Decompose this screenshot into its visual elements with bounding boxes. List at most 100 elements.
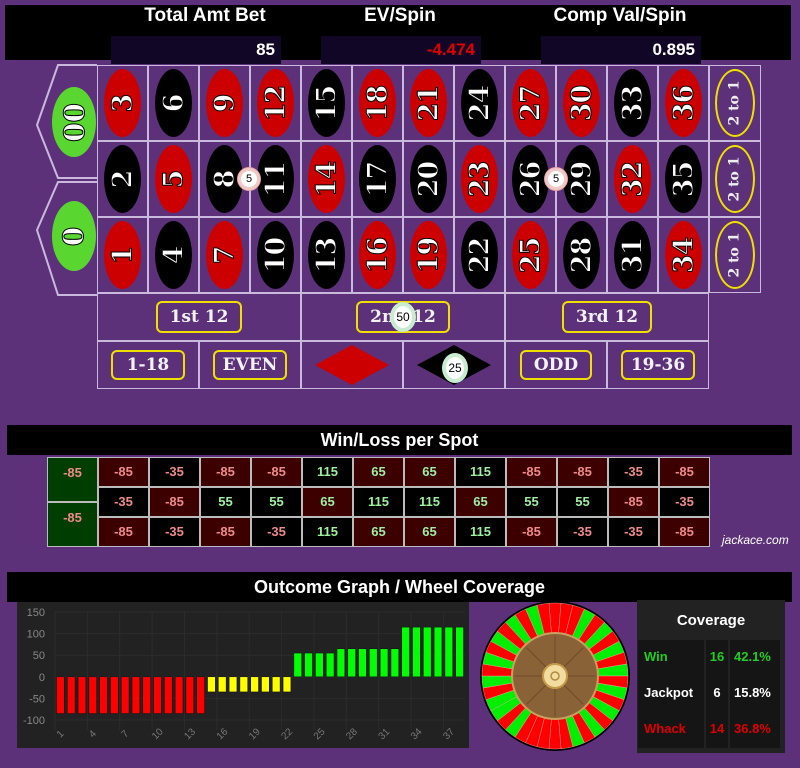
bet-spot-13[interactable]: 13 [301,217,352,293]
bet-spot-0[interactable]: 0 [52,201,96,271]
column-label: 2 to 1 [727,80,744,126]
winloss-cell: -85 [506,457,557,487]
bet-spot-5[interactable]: 5 [148,141,199,217]
outcome-bar [142,676,151,714]
number-oval: 20 [410,145,447,213]
number-oval: 7 [206,221,243,289]
outcome-bar [261,676,270,693]
red-diamond-icon [315,345,389,385]
number-oval: 26 [512,145,549,213]
bet-spot-25[interactable]: 25 [505,217,556,293]
bet-spot-4[interactable]: 4 [148,217,199,293]
winloss-cell: -85 [659,517,710,547]
bet-spot-20[interactable]: 20 [403,141,454,217]
bet-spot-12[interactable]: 12 [250,65,301,141]
number-oval: 24 [461,69,498,137]
number-oval: 13 [308,221,345,289]
winloss-cell: -85 [98,517,149,547]
wheel-center [542,663,568,689]
coverage-label: Win [638,640,704,676]
winloss-cell: -35 [98,487,149,517]
x-tick-label: 1 [55,728,67,740]
bet-spot-33[interactable]: 33 [607,65,658,141]
x-tick-label: 7 [120,728,132,740]
chip-split-26-29[interactable]: 5 [545,168,567,190]
bet-spot-1[interactable]: 1 [97,217,148,293]
bet-spot-24[interactable]: 24 [454,65,505,141]
bet-spot-35[interactable]: 35 [658,141,709,217]
outcome-bar [120,676,130,714]
bet-spot-19[interactable]: 19 [403,217,454,293]
number-oval: 22 [461,221,498,289]
bet-spot-17[interactable]: 17 [352,141,403,217]
number-label: 28 [565,237,597,274]
bet-spot-6[interactable]: 6 [148,65,199,141]
bet-spot-22[interactable]: 22 [454,217,505,293]
bet-spot-3[interactable]: 3 [97,65,148,141]
number-label: 13 [310,237,342,274]
number-oval: 10 [257,221,294,289]
bet-spot-16[interactable]: 16 [352,217,403,293]
bet-spot-34[interactable]: 34 [658,217,709,293]
winloss-cell: 65 [455,487,506,517]
bet-spot-14[interactable]: 14 [301,141,352,217]
coverage-count: 16 [706,640,728,676]
column-oval: 2 to 1 [715,145,755,213]
bet-spot-18[interactable]: 18 [352,65,403,141]
winloss-cell-00: -85 [47,457,98,502]
bet-spot-30[interactable]: 30 [556,65,607,141]
winloss-cell: 115 [302,457,353,487]
bet-spot-15[interactable]: 15 [301,65,352,141]
winloss-cell: -85 [200,517,251,547]
bet-spot-2[interactable]: 2 [97,141,148,217]
bet-spot-9[interactable]: 9 [199,65,250,141]
bet-1-18[interactable]: 1-18 [97,341,199,389]
number-label: 27 [514,85,546,122]
coverage-count: 14 [706,712,728,748]
bet-spot-28[interactable]: 28 [556,217,607,293]
number-oval: 6 [155,69,192,137]
number-label: 36 [667,85,699,122]
coverage-row-whack: Whack 14 36.8% [637,712,785,748]
chip-second-dozen[interactable]: 50 [390,302,416,332]
outcome-bar [282,676,292,693]
bet-red[interactable] [301,341,403,389]
outcome-title: Outcome Graph / Wheel Coverage [7,572,792,602]
number-oval: 28 [563,221,600,289]
outcome-bar [218,676,227,693]
y-tick-label: 0 [39,672,45,684]
chip-black[interactable]: 25 [442,353,468,383]
chip-split-8-11[interactable]: 5 [238,168,260,190]
bet-first-dozen[interactable]: 1st 12 [97,293,301,341]
number-oval: 14 [308,145,345,213]
winloss-cell: -85 [98,457,149,487]
outcome-bar [336,648,346,678]
column-oval: 2 to 1 [715,221,755,289]
number-label: 20 [412,161,444,198]
bet-19-36[interactable]: 19-36 [607,341,709,389]
bet-spot-21[interactable]: 21 [403,65,454,141]
outcome-bar [228,676,238,693]
outcome-bar [325,652,335,678]
bet-odd[interactable]: ODD [505,341,607,389]
bet-spot-32[interactable]: 32 [607,141,658,217]
bet-spot-7[interactable]: 7 [199,217,250,293]
total-bet-label: Total Amt Bet [144,5,266,26]
bet-spot-31[interactable]: 31 [607,217,658,293]
bet-third-dozen[interactable]: 3rd 12 [505,293,709,341]
outcome-bar [56,676,65,714]
winloss-cell: -35 [149,457,200,487]
bet-column-3[interactable]: 2 to 1 [709,65,761,141]
bet-spot-27[interactable]: 27 [505,65,556,141]
bet-spot-10[interactable]: 10 [250,217,301,293]
y-tick-label: -50 [29,693,45,705]
bet-spot-36[interactable]: 36 [658,65,709,141]
bet-even[interactable]: EVEN [199,341,301,389]
winloss-cell: -85 [659,457,710,487]
bet-spot-00[interactable]: 00 [52,87,96,157]
number-label: 21 [412,85,444,122]
bet-column-1[interactable]: 2 to 1 [709,217,761,293]
column-label: 2 to 1 [727,232,744,278]
bet-spot-23[interactable]: 23 [454,141,505,217]
bet-column-2[interactable]: 2 to 1 [709,141,761,217]
